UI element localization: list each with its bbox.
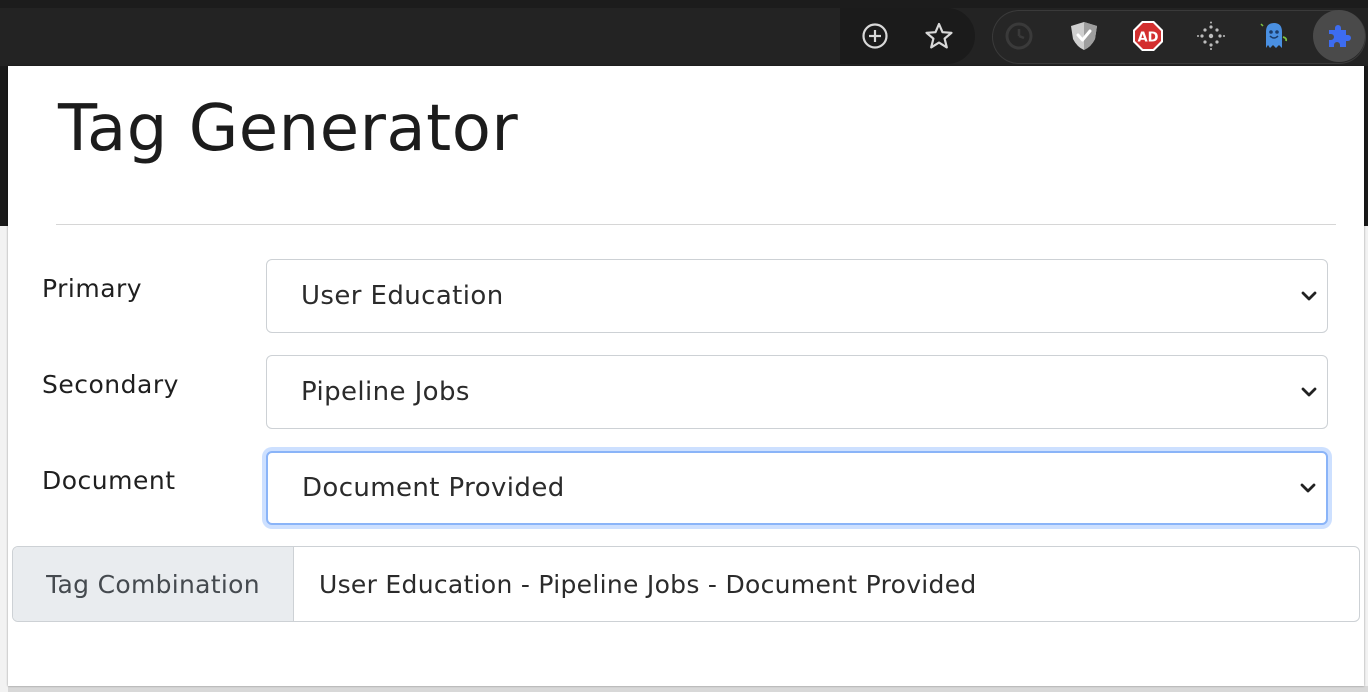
page-background-dark xyxy=(0,66,8,226)
document-label: Document xyxy=(42,466,176,495)
dots-extension-icon[interactable] xyxy=(1191,16,1231,56)
tag-combination-group: Tag Combination User Education - Pipelin… xyxy=(12,546,1360,622)
page-background-bottom xyxy=(8,686,1368,692)
tag-generator-popup: Tag Generator Primary User Education Sec… xyxy=(8,66,1364,686)
page-background-light xyxy=(0,226,8,692)
document-select-value: Document Provided xyxy=(302,473,565,503)
secondary-select[interactable]: Pipeline Jobs xyxy=(266,355,1328,429)
svg-text:AD: AD xyxy=(1138,31,1159,46)
browser-tabstrip xyxy=(0,0,1368,8)
secondary-label: Secondary xyxy=(42,370,179,399)
clock-extension-icon[interactable] xyxy=(999,16,1039,56)
chevron-down-icon xyxy=(1300,483,1316,493)
page-title: Tag Generator xyxy=(58,92,519,166)
tag-combination-output[interactable]: User Education - Pipeline Jobs - Documen… xyxy=(319,547,977,621)
chevron-down-icon xyxy=(1301,291,1317,301)
primary-select[interactable]: User Education xyxy=(266,259,1328,333)
page-background-dark-right xyxy=(1364,66,1368,226)
puzzle-extensions-icon[interactable] xyxy=(1319,16,1359,56)
title-divider xyxy=(56,224,1336,225)
page-background-light-right xyxy=(1364,226,1368,692)
chevron-down-icon xyxy=(1301,387,1317,397)
extensions-area xyxy=(992,10,1366,64)
tag-combination-label: Tag Combination xyxy=(13,547,294,621)
secondary-select-value: Pipeline Jobs xyxy=(301,377,470,407)
document-select[interactable]: Document Provided xyxy=(266,451,1328,525)
primary-select-value: User Education xyxy=(301,281,504,311)
ghost-extension-icon[interactable] xyxy=(1255,16,1295,56)
adblock-extension-icon[interactable]: AD xyxy=(1128,16,1168,56)
shield-extension-icon[interactable] xyxy=(1064,16,1104,56)
bookmark-star-icon[interactable] xyxy=(919,16,959,56)
primary-label: Primary xyxy=(42,274,143,303)
zoom-in-icon[interactable] xyxy=(855,16,895,56)
